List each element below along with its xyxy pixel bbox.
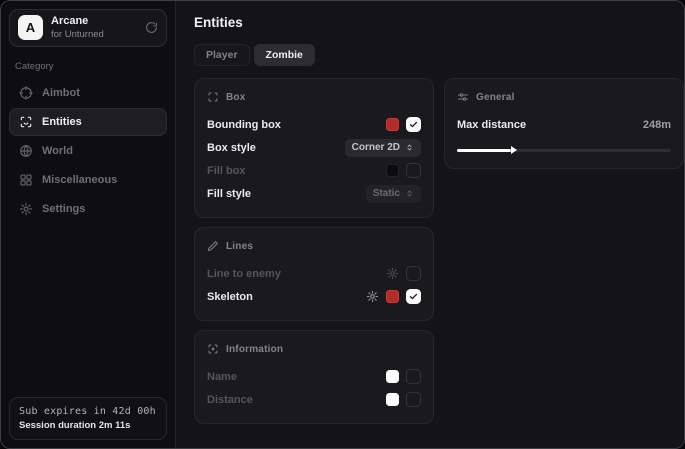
row-max-distance: Max distance 248m	[457, 113, 671, 136]
skeleton-settings-icon[interactable]	[366, 290, 379, 303]
fill-box-color-swatch[interactable]	[386, 164, 399, 177]
sidebar-item-label: Settings	[42, 203, 85, 215]
row-line-to-enemy: Line to enemy	[207, 262, 421, 285]
distance-checkbox[interactable]	[406, 392, 421, 407]
line-to-enemy-settings-icon[interactable]	[386, 267, 399, 280]
row-box-style: Box style Corner 2D	[207, 136, 421, 159]
session-duration: Session duration 2m 11s	[19, 420, 157, 431]
sidebar-item-label: Miscellaneous	[42, 174, 117, 186]
globe-icon	[19, 144, 33, 158]
skeleton-checkbox[interactable]	[406, 289, 421, 304]
sidebar-item-label: World	[42, 145, 73, 157]
scan-face-icon	[19, 115, 33, 129]
sidebar-item-label: Aimbot	[42, 87, 80, 99]
distance-color-swatch[interactable]	[386, 393, 399, 406]
entity-tabs: Player Zombie	[194, 44, 671, 66]
app-logo: A	[18, 15, 43, 40]
name-checkbox[interactable]	[406, 369, 421, 384]
row-bounding-box: Bounding box	[207, 113, 421, 136]
sidebar: A Arcane for Unturned Category Aimbot	[1, 1, 176, 448]
bounding-box-checkbox[interactable]	[406, 117, 421, 132]
information-card: Information Name Distance	[194, 330, 434, 424]
refresh-icon[interactable]	[145, 21, 158, 34]
sidebar-item-world[interactable]: World	[9, 137, 167, 165]
max-distance-slider[interactable]	[457, 144, 671, 156]
sliders-icon	[457, 91, 469, 103]
sidebar-item-aimbot[interactable]: Aimbot	[9, 79, 167, 107]
section-title: Information	[226, 344, 283, 355]
bounding-box-color-swatch[interactable]	[386, 118, 399, 131]
tab-zombie[interactable]: Zombie	[254, 44, 315, 66]
row-fill-style: Fill style Static	[207, 182, 421, 205]
max-distance-value: 248m	[643, 119, 671, 131]
row-distance: Distance	[207, 388, 421, 411]
row-skeleton: Skeleton	[207, 285, 421, 308]
skeleton-color-swatch[interactable]	[386, 290, 399, 303]
grid-icon	[19, 173, 33, 187]
lines-card: Lines Line to enemy	[194, 227, 434, 321]
app-subtitle: for Unturned	[51, 29, 104, 41]
sidebar-item-settings[interactable]: Settings	[9, 195, 167, 223]
sidebar-item-entities[interactable]: Entities	[9, 108, 167, 136]
section-title: Box	[226, 92, 246, 103]
sidebar-nav: Aimbot Entities World Miscellaneous	[9, 79, 167, 223]
sidebar-item-miscellaneous[interactable]: Miscellaneous	[9, 166, 167, 194]
general-card: General Max distance 248m	[444, 78, 684, 169]
pencil-line-icon	[207, 240, 219, 252]
category-label: Category	[15, 61, 161, 72]
subscription-card: Sub expires in 42d 00h Session duration …	[9, 397, 167, 440]
chevrons-up-down-icon	[405, 189, 414, 198]
sidebar-item-label: Entities	[42, 116, 82, 128]
name-color-swatch[interactable]	[386, 370, 399, 383]
crosshair-icon	[19, 86, 33, 100]
subscription-expiry: Sub expires in 42d 00h	[19, 406, 157, 417]
chevrons-up-down-icon	[405, 143, 414, 152]
section-title: Lines	[226, 241, 253, 252]
line-to-enemy-checkbox[interactable]	[406, 266, 421, 281]
gear-icon	[19, 202, 33, 216]
scan-icon	[207, 91, 219, 103]
app-name: Arcane	[51, 15, 104, 29]
tab-player[interactable]: Player	[194, 44, 250, 66]
main-panel: Entities Player Zombie Box Bounding box	[176, 1, 684, 448]
row-fill-box: Fill box	[207, 159, 421, 182]
page-title: Entities	[194, 15, 671, 30]
slider-fill[interactable]	[457, 149, 511, 152]
box-card: Box Bounding box Box style	[194, 78, 434, 218]
row-name: Name	[207, 365, 421, 388]
app-window: A Arcane for Unturned Category Aimbot	[0, 0, 685, 449]
section-title: General	[476, 92, 515, 103]
fill-style-select[interactable]: Static	[366, 185, 421, 203]
brand-card: A Arcane for Unturned	[9, 9, 167, 47]
logo-letter: A	[26, 20, 35, 35]
fill-box-checkbox[interactable]	[406, 163, 421, 178]
box-style-select[interactable]: Corner 2D	[345, 139, 421, 157]
information-icon	[207, 343, 219, 355]
